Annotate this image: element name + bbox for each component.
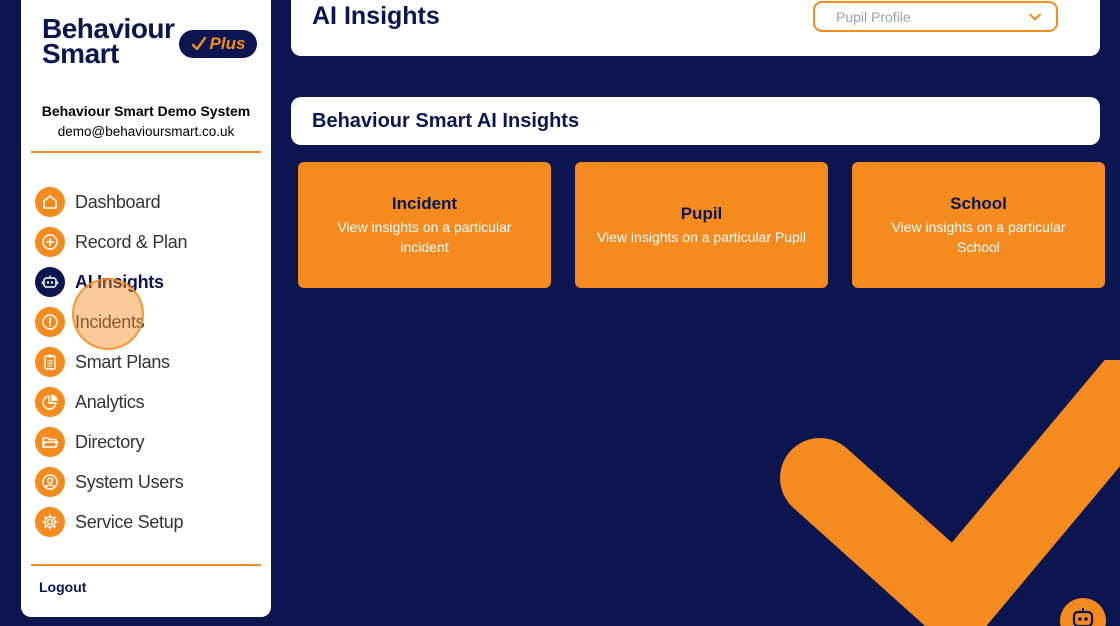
incident-insights-card[interactable]: Incident View insights on a particular i…	[298, 162, 551, 288]
logo-text: Behaviour Smart	[42, 15, 175, 69]
sidebar-item-label: Analytics	[75, 391, 145, 412]
section-header: Behaviour Smart AI Insights	[291, 97, 1100, 145]
sidebar-item-dashboard[interactable]: Dashboard	[35, 182, 265, 222]
sidebar-item-label: Service Setup	[75, 511, 184, 532]
plus-label: Plus	[209, 34, 246, 53]
card-description: View insights on a particular School	[891, 218, 1066, 255]
folder-icon	[35, 427, 65, 457]
section-title: Behaviour Smart AI Insights	[312, 109, 580, 132]
gear-icon	[35, 507, 65, 537]
sidebar-item-label: AI Insights	[75, 271, 164, 292]
chevron-down-icon	[1029, 13, 1041, 20]
home-icon	[35, 187, 65, 217]
alert-icon	[35, 307, 65, 337]
sidebar: Behaviour Smart Plus Behaviour Smart Dem…	[21, 0, 271, 617]
clipboard-icon	[35, 347, 65, 377]
sidebar-divider	[31, 564, 261, 566]
decorative-checkmark	[780, 360, 1120, 626]
sidebar-item-record-plan[interactable]: Record & Plan	[35, 222, 265, 262]
sidebar-divider	[31, 151, 261, 153]
organisation-email: demo@behavioursmart.co.uk	[57, 124, 235, 139]
chatbot-button[interactable]	[1060, 598, 1106, 626]
card-title: Incident	[391, 193, 458, 213]
page-title: AI Insights	[312, 2, 440, 30]
logout-link[interactable]: Logout	[39, 579, 86, 595]
sidebar-nav: Dashboard Record & Plan AI Insights Inci…	[35, 182, 265, 542]
sidebar-item-label: Incidents	[75, 311, 145, 332]
sidebar-item-system-users[interactable]: System Users	[35, 462, 265, 502]
sidebar-item-label: Dashboard	[75, 191, 161, 212]
logo-line-2: Smart	[42, 38, 119, 69]
pie-chart-icon	[35, 387, 65, 417]
robot-icon	[35, 267, 65, 297]
behaviour-smart-logo[interactable]: Behaviour Smart Plus	[42, 15, 262, 72]
profile-select[interactable]: Pupil Profile	[813, 1, 1058, 32]
organisation-name: Behaviour Smart Demo System	[41, 103, 251, 119]
robot-icon	[1072, 608, 1094, 626]
card-title: Pupil	[680, 203, 723, 223]
checkmark-icon	[191, 36, 206, 51]
sidebar-item-label: Record & Plan	[75, 231, 188, 252]
pupil-insights-card[interactable]: Pupil View insights on a particular Pupi…	[575, 162, 828, 288]
page-header: AI Insights Pupil Profile	[291, 0, 1100, 56]
profile-select-value: Pupil Profile	[836, 8, 911, 25]
sidebar-item-incidents[interactable]: Incidents	[35, 302, 265, 342]
sidebar-item-label: System Users	[75, 471, 184, 492]
card-description: View insights on a particular incident	[337, 218, 512, 255]
sidebar-item-analytics[interactable]: Analytics	[35, 382, 265, 422]
school-insights-card[interactable]: School View insights on a particular Sch…	[852, 162, 1105, 288]
card-title: School	[950, 193, 1007, 213]
sidebar-item-ai-insights[interactable]: AI Insights	[35, 262, 265, 302]
sidebar-item-smart-plans[interactable]: Smart Plans	[35, 342, 265, 382]
card-description: View insights on a particular Pupil	[596, 228, 807, 245]
plus-circle-icon	[35, 227, 65, 257]
sidebar-item-service-setup[interactable]: Service Setup	[35, 502, 265, 542]
sidebar-item-label: Directory	[75, 431, 145, 452]
plus-badge: Plus	[179, 30, 257, 58]
user-icon	[35, 467, 65, 497]
sidebar-item-directory[interactable]: Directory	[35, 422, 265, 462]
sidebar-item-label: Smart Plans	[75, 351, 170, 372]
